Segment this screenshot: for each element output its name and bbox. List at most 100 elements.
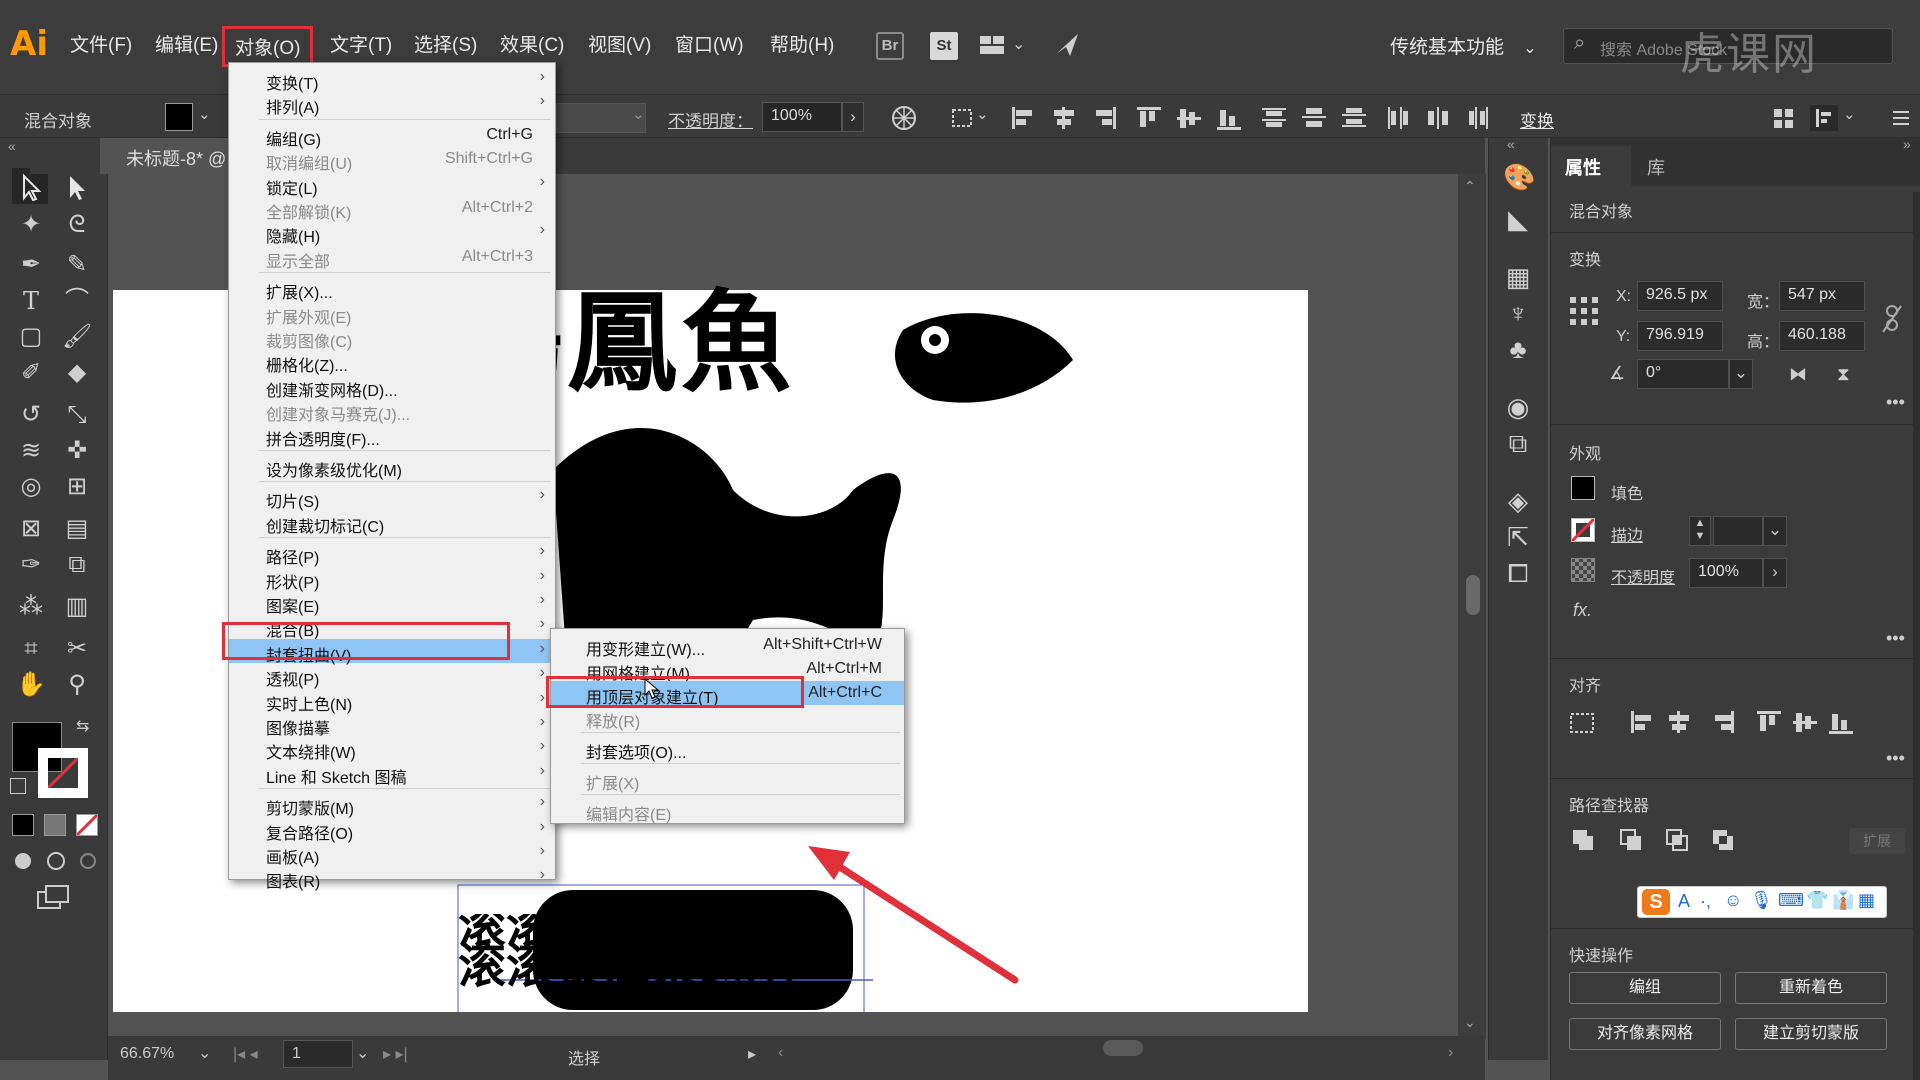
drawing-modes-icon[interactable]	[12, 850, 100, 872]
graphic-styles-panel-icon[interactable]: ⧉	[1503, 428, 1533, 458]
last-artboard-icon[interactable]: ▸ ▸|	[383, 1044, 408, 1064]
object-menu-item[interactable]: 创建对象马赛克(J)...	[229, 398, 555, 424]
expand-button[interactable]: 扩展	[1849, 828, 1905, 854]
stock-icon[interactable]: St	[930, 32, 958, 60]
stroke-weight-input[interactable]	[1713, 516, 1763, 546]
width-input[interactable]: 547 px	[1779, 281, 1865, 311]
zoom-level[interactable]: 66.67%	[120, 1045, 174, 1063]
object-menu-item[interactable]: 扩展外观(E)	[229, 301, 555, 327]
object-menu-item[interactable]: 裁剪图像(C)	[229, 325, 555, 351]
object-menu-item[interactable]: 栅格化(Z)...	[229, 349, 555, 375]
object-menu-item[interactable]: 画板(A) ›	[229, 841, 555, 867]
scroll-right-icon[interactable]: ›	[1448, 1044, 1453, 1062]
symbols-panel-icon[interactable]: ♣	[1503, 334, 1533, 364]
curvature-tool-icon[interactable]: ✎	[62, 250, 92, 280]
scroll-left-icon[interactable]: ‹	[778, 1044, 783, 1062]
distribute-horizontal-center-icon[interactable]	[1425, 105, 1453, 131]
chevron-down-icon[interactable]: ⌄	[1729, 359, 1753, 389]
swatches-panel-icon[interactable]: ▦	[1503, 262, 1533, 292]
object-menu-item[interactable]: 设为像素级优化(M)	[229, 454, 555, 480]
rotate-tool-icon[interactable]: ↺	[16, 400, 46, 430]
send-feedback-icon[interactable]	[1052, 30, 1082, 60]
perspective-grid-tool-icon[interactable]: ⊞	[62, 472, 92, 502]
object-menu-item[interactable]: 创建裁切标记(C)	[229, 510, 555, 536]
gradient-tool-icon[interactable]: ▤	[62, 514, 92, 544]
mesh-tool-icon[interactable]: ⊠	[16, 514, 46, 544]
object-menu-item[interactable]: 图表(R) ›	[229, 865, 555, 891]
menu-lines-icon[interactable]	[1890, 105, 1912, 131]
object-menu-item[interactable]: 剪切蒙版(M) ›	[229, 792, 555, 818]
scroll-down-icon[interactable]: ⌄	[1464, 1014, 1476, 1031]
screen-mode-icon[interactable]	[36, 884, 72, 912]
menu-select[interactable]: 选择(S)	[414, 30, 477, 57]
paintbrush-tool-icon[interactable]: 🖌	[62, 322, 92, 352]
distribute-bottom-icon[interactable]	[1340, 105, 1368, 131]
opacity-label[interactable]: 不透明度：	[668, 107, 753, 132]
opacity-label[interactable]: 不透明度	[1611, 564, 1675, 588]
align-left-icon[interactable]	[1010, 105, 1038, 131]
none-mode-icon[interactable]	[75, 813, 99, 837]
pen-tool-icon[interactable]: ✒	[16, 250, 46, 280]
rotate-angle-input[interactable]: 0°	[1637, 359, 1729, 389]
line-segment-tool-icon[interactable]: ⌒	[62, 286, 92, 316]
menu-edit[interactable]: 编辑(E)	[155, 30, 218, 57]
zoom-tool-icon[interactable]: ⚲	[62, 670, 92, 700]
panel-scrollbar[interactable]	[1913, 192, 1920, 1080]
chevron-down-icon[interactable]: ⌄	[198, 105, 211, 123]
status-menu-icon[interactable]: ▸	[748, 1044, 756, 1064]
align-horizontal-center-icon[interactable]	[1050, 105, 1078, 131]
layers-panel-icon[interactable]: ◈	[1503, 486, 1533, 516]
direct-selection-tool-icon[interactable]	[62, 172, 92, 202]
stroke-weight-stepper[interactable]: ▲ ▼	[1689, 516, 1711, 546]
gradient-mode-icon[interactable]	[44, 814, 66, 836]
envelope-menu-item[interactable]: 封套选项(O)...	[551, 736, 904, 762]
fill-swatch[interactable]	[165, 103, 193, 131]
align-to-selection-icon[interactable]	[950, 105, 978, 131]
object-menu-item[interactable]: 复合路径(O) ›	[229, 817, 555, 843]
object-menu-item[interactable]: 全部解锁(K) Alt+Ctrl+2	[229, 196, 555, 222]
recolor-artwork-icon[interactable]	[890, 105, 918, 131]
y-input[interactable]: 796.919	[1637, 321, 1723, 351]
envelope-menu-item[interactable]: 扩展(X)	[551, 767, 904, 793]
object-menu-item[interactable]: 显示全部 Alt+Ctrl+3	[229, 245, 555, 271]
opacity-input[interactable]: 100%	[762, 102, 842, 132]
chevron-down-icon[interactable]: ⌄	[632, 105, 645, 123]
magic-wand-tool-icon[interactable]: ✦	[16, 210, 46, 240]
puppet-warp-tool-icon[interactable]: ✜	[62, 436, 92, 466]
chevron-down-icon[interactable]: ⌄	[1012, 34, 1025, 54]
object-menu-item[interactable]: 创建渐变网格(D)...	[229, 374, 555, 400]
recolor-button[interactable]: 重新着色	[1735, 972, 1887, 1004]
object-menu-item[interactable]: 隐藏(H) ›	[229, 220, 555, 246]
opacity-input[interactable]: 100%	[1689, 558, 1763, 588]
column-graph-tool-icon[interactable]: ▥	[62, 592, 92, 622]
first-artboard-icon[interactable]: |◂ ◂	[233, 1044, 258, 1064]
stroke-label[interactable]: 描边	[1611, 522, 1643, 546]
align-right-icon[interactable]	[1090, 105, 1118, 131]
chevron-down-icon[interactable]: ⌄	[1763, 516, 1787, 546]
isolate-group-icon[interactable]	[1770, 105, 1798, 131]
slice-tool-icon[interactable]: ✂	[62, 634, 92, 664]
eyedropper-tool-icon[interactable]: ✑	[16, 550, 46, 580]
asset-export-panel-icon[interactable]: ⇱	[1503, 522, 1533, 552]
object-menu-item[interactable]: 图案(E) ›	[229, 590, 555, 616]
shape-builder-tool-icon[interactable]: ◎	[16, 472, 46, 502]
horizontal-scroll-thumb[interactable]	[1103, 1040, 1143, 1056]
group-button[interactable]: 编组	[1569, 972, 1721, 1004]
menu-type[interactable]: 文字(T)	[330, 30, 392, 57]
artboard-number-input[interactable]: 1	[283, 1040, 353, 1068]
align-top-icon[interactable]	[1135, 105, 1163, 131]
envelope-menu-item[interactable]: 用变形建立(W)... Alt+Shift+Ctrl+W	[551, 633, 904, 659]
default-colors-icon[interactable]	[10, 778, 26, 794]
envelope-menu-item[interactable]: 释放(R)	[551, 705, 904, 731]
collapse-icon[interactable]: «	[8, 138, 16, 154]
menu-view[interactable]: 视图(V)	[588, 30, 651, 57]
expand-dock-icon[interactable]: «	[1507, 136, 1515, 152]
envelope-menu-item[interactable]: 编辑内容(E)	[551, 798, 904, 824]
appearance-panel-icon[interactable]: ◉	[1503, 392, 1533, 422]
chevron-down-icon[interactable]: ⌄	[356, 1043, 369, 1063]
tab-properties[interactable]: 属性	[1565, 154, 1601, 180]
object-menu-item[interactable]: 切片(S) ›	[229, 485, 555, 511]
fx-button[interactable]: fx.	[1573, 600, 1592, 621]
distribute-right-icon[interactable]	[1465, 105, 1493, 131]
collapse-panel-icon[interactable]: »	[1903, 136, 1911, 152]
